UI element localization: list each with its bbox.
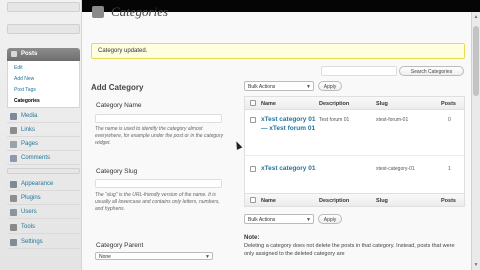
page-title: Categories: [111, 4, 169, 19]
links-icon: [10, 127, 17, 134]
sidebar-item-label: Settings: [21, 239, 43, 245]
add-category-heading: Add Category: [91, 83, 144, 92]
chevron-down-icon: ▼: [306, 217, 311, 223]
row-checkbox[interactable]: [250, 166, 256, 172]
column-posts-footer[interactable]: Posts: [441, 198, 456, 204]
column-name-footer[interactable]: Name: [261, 198, 276, 204]
note-text: Deleting a category does not delete the …: [244, 243, 455, 257]
table-header: Name Description Slug Posts: [245, 97, 464, 110]
scrollbar-thumb[interactable]: [473, 26, 479, 96]
page-scrollbar[interactable]: ▲ ▼: [471, 12, 480, 270]
category-slug-label: Category Slug: [96, 168, 138, 175]
scroll-down-icon[interactable]: ▼: [473, 262, 479, 268]
category-slug-input[interactable]: [95, 179, 222, 188]
submenu-item-edit[interactable]: Edit: [14, 65, 23, 71]
submenu-item-categories[interactable]: Categories: [14, 98, 40, 104]
sidebar-item-plugins[interactable]: Plugins: [7, 192, 80, 205]
sidebar-item-posts[interactable]: Posts: [7, 48, 80, 61]
bulk-actions-select-bottom[interactable]: Bulk Actions ▼: [244, 214, 314, 224]
mouse-cursor-icon: [233, 140, 243, 150]
chevron-down-icon: ▼: [306, 84, 311, 90]
sidebar-item-label: Users: [21, 209, 37, 215]
category-name-label: Category Name: [96, 102, 142, 109]
apply-button-top[interactable]: Apply: [318, 81, 342, 91]
sidebar-item-label: Links: [21, 127, 36, 133]
column-description-footer[interactable]: Description: [319, 198, 349, 204]
row-checkbox[interactable]: [250, 117, 256, 123]
sidebar-item-label: Media: [21, 113, 38, 119]
row-name-link[interactable]: xTest category 01: [261, 164, 319, 173]
select-all-checkbox-footer[interactable]: [250, 197, 256, 203]
submenu-item-post-tags[interactable]: Post Tags: [14, 87, 36, 93]
column-posts[interactable]: Posts: [441, 101, 456, 107]
search-categories-input[interactable]: [321, 66, 397, 76]
category-parent-label: Category Parent: [96, 242, 144, 249]
sidebar-item-appearance[interactable]: Appearance: [7, 178, 80, 191]
sidebar-item-label: Comments: [21, 155, 51, 161]
sidebar-item-tools[interactable]: Tools: [7, 221, 80, 234]
posts-page-icon: [92, 6, 104, 18]
row-slug: xtest-forum-01: [376, 117, 409, 123]
users-icon: [10, 209, 17, 216]
row-slug: xtest-category-01: [376, 166, 415, 172]
category-name-input[interactable]: [95, 114, 222, 123]
scroll-up-icon[interactable]: ▲: [473, 14, 479, 20]
sidebar-item-label: Pages: [21, 141, 39, 147]
categories-table: Name Description Slug Posts xTest catego…: [244, 96, 465, 207]
sidebar-separator: [7, 24, 80, 34]
plugins-icon: [10, 195, 17, 202]
posts-submenu: Edit Add New Post Tags Categories: [7, 61, 80, 108]
sidebar-item-label: Appearance: [21, 181, 54, 187]
table-footer: Name Description Slug Posts: [245, 193, 464, 206]
select-all-checkbox[interactable]: [250, 100, 256, 106]
column-slug-footer[interactable]: Slug: [376, 198, 388, 204]
row-posts-count[interactable]: 1: [448, 166, 451, 172]
apply-button-bottom[interactable]: Apply: [318, 214, 342, 224]
media-icon: [10, 113, 17, 120]
row-posts-count[interactable]: 0: [448, 117, 451, 123]
search-categories-button[interactable]: Search Categories: [399, 66, 464, 76]
update-notice: Category updated.: [91, 43, 465, 59]
note-label: Note:: [244, 235, 260, 241]
bulk-actions-value: Bulk Actions: [248, 217, 276, 223]
category-name-help: The name is used to identify the categor…: [95, 126, 224, 146]
sidebar-item-users[interactable]: Users: [7, 206, 80, 219]
row-description: Test forum 01: [319, 117, 350, 123]
sidebar-item-label: Plugins: [21, 195, 41, 201]
sidebar-item-links[interactable]: Links: [7, 124, 80, 137]
category-parent-select[interactable]: None ▼: [95, 252, 213, 260]
column-name[interactable]: Name: [261, 101, 276, 107]
sidebar-item-media[interactable]: Media: [7, 110, 80, 123]
sidebar-item-dashboard-partial[interactable]: [7, 2, 80, 12]
row-divider: [245, 155, 464, 156]
sidebar-item-comments[interactable]: Comments: [7, 152, 80, 165]
main-content: Categories Category updated. Add Categor…: [83, 0, 480, 270]
sidebar-item-pages[interactable]: Pages: [7, 138, 80, 151]
settings-icon: [10, 239, 17, 246]
category-parent-value: None: [99, 254, 111, 260]
comments-icon: [10, 155, 17, 162]
sidebar-separator: [7, 168, 80, 174]
bulk-actions-select-top[interactable]: Bulk Actions ▼: [244, 81, 314, 91]
sidebar-item-settings[interactable]: Settings: [7, 236, 80, 249]
submenu-item-add-new[interactable]: Add New: [14, 76, 34, 82]
chevron-down-icon: ▼: [205, 254, 210, 260]
column-slug[interactable]: Slug: [376, 101, 388, 107]
appearance-icon: [10, 181, 17, 188]
row-name-link[interactable]: xTest category 01 — xTest forum 01: [261, 115, 319, 133]
sidebar-item-label: Tools: [21, 224, 36, 230]
posts-icon: [11, 51, 17, 57]
pages-icon: [10, 141, 17, 148]
sidebar-item-posts-label: Posts: [21, 51, 38, 57]
column-description[interactable]: Description: [319, 101, 349, 107]
admin-sidebar: Posts Edit Add New Post Tags Categories …: [0, 0, 82, 270]
tools-icon: [10, 224, 17, 231]
category-slug-help: The “slug” is the URL-friendly version o…: [95, 192, 220, 212]
bulk-actions-value: Bulk Actions: [248, 84, 276, 90]
